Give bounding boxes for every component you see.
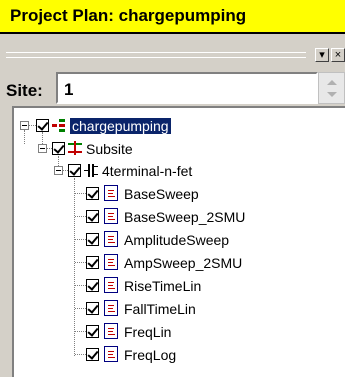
tree-connector [58,156,59,166]
test-label: BaseSweep_2SMU [124,209,246,225]
tree-connector [29,125,36,126]
subsite-checkbox[interactable] [52,142,65,155]
list-item[interactable]: AmplitudeSweep [14,231,344,253]
chevron-down-icon: ▾ [319,49,325,61]
test-checkbox[interactable] [86,210,99,223]
device-checkbox[interactable] [68,164,81,177]
project-tree[interactable]: chargepumping Subsite 4terminal-n-fet Ba… [12,106,345,377]
project-icon [52,118,66,134]
site-label: Site: [6,81,43,100]
toolbar-grip-line [6,57,306,58]
test-document-icon [104,208,118,224]
test-checkbox[interactable] [86,233,99,246]
collapse-subsite-icon[interactable] [38,144,47,153]
list-item[interactable]: FallTimeLin [14,300,344,322]
test-label: AmplitudeSweep [124,232,230,248]
tree-connector [75,308,86,309]
device-icon [84,163,98,179]
tree-connector [75,285,86,286]
close-button[interactable]: × [331,48,345,62]
window-title-bar: Project Plan: chargepumping [0,0,345,34]
test-checkbox[interactable] [86,325,99,338]
list-item[interactable]: BaseSweep_2SMU [14,208,344,230]
test-label: BaseSweep [124,186,199,202]
tree-connector [24,130,25,144]
test-document-icon [104,277,118,293]
test-document-icon [104,254,118,270]
tree-connector [42,132,43,144]
test-label: FallTimeLin [124,301,196,317]
list-item[interactable]: BaseSweep [14,185,344,207]
tree-connector [75,262,86,263]
test-document-icon [104,323,118,339]
window-title: Project Plan: chargepumping [10,6,247,25]
root-checkbox[interactable] [36,119,49,132]
tree-label: Subsite [86,141,133,157]
close-icon: × [334,49,342,61]
test-label: FreqLog [124,347,177,363]
project-plan-panel: ▾ × Site: 1 chargepumping Subsite 4termi… [0,34,345,377]
dropdown-button[interactable]: ▾ [315,48,329,62]
test-document-icon [104,346,118,362]
list-item[interactable]: AmpSweep_2SMU [14,254,344,276]
test-label: RiseTimeLin [124,278,202,294]
tree-connector [75,216,86,217]
test-document-icon [104,231,118,247]
collapse-root-icon[interactable] [20,121,29,130]
subsite-icon [68,141,82,157]
tree-connector [75,193,86,194]
site-value: 1 [64,80,74,99]
spin-up-icon[interactable] [327,80,337,85]
test-checkbox[interactable] [86,279,99,292]
test-document-icon [104,185,118,201]
test-document-icon [104,300,118,316]
tree-connector [75,331,86,332]
list-item[interactable]: RiseTimeLin [14,277,344,299]
test-checkbox[interactable] [86,256,99,269]
site-spinner[interactable] [318,72,345,104]
test-checkbox[interactable] [86,348,99,361]
test-label: FreqLin [124,324,172,340]
spin-down-icon[interactable] [327,92,337,97]
collapse-device-icon[interactable] [54,166,63,175]
tree-label: chargepumping [70,118,171,134]
test-checkbox[interactable] [86,187,99,200]
tree-label: 4terminal-n-fet [102,163,193,179]
test-checkbox[interactable] [86,302,99,315]
test-label: AmpSweep_2SMU [124,255,243,271]
list-item[interactable]: FreqLin [14,323,344,345]
tree-connector [75,354,86,355]
site-input[interactable]: 1 [56,72,318,104]
list-item[interactable]: FreqLog [14,346,344,368]
tree-connector [75,239,86,240]
